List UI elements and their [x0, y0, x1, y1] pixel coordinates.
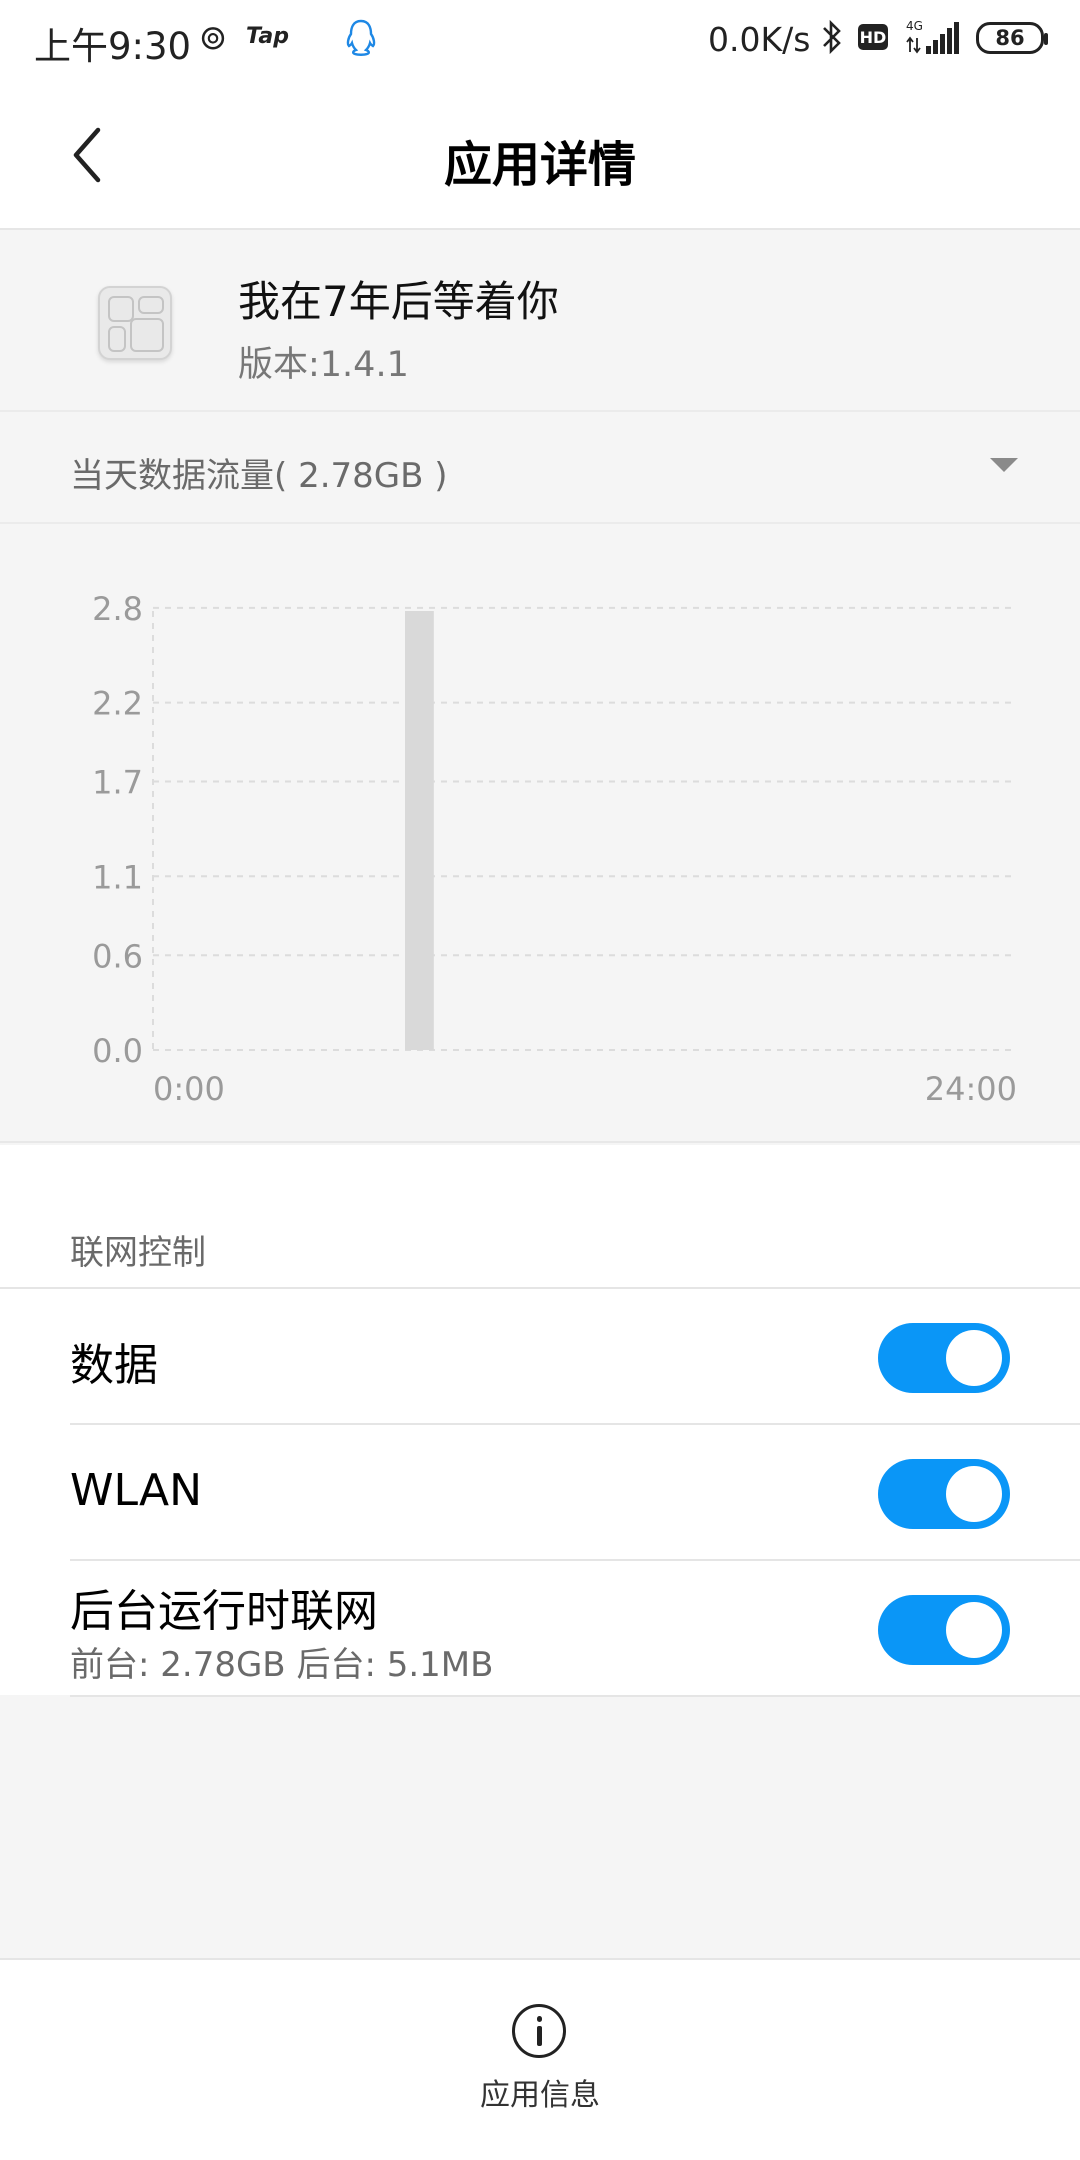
mobile-data-row[interactable]: 数据 [0, 1289, 1080, 1425]
app-info-button[interactable]: 应用信息 [440, 1980, 640, 2150]
background-network-label: 后台运行时联网 [70, 1586, 378, 1637]
app-name: 我在7年后等着你 [238, 277, 559, 326]
app-info-label: 应用信息 [480, 2078, 600, 2113]
chart-x-tick-label: 0:00 [153, 1070, 225, 1108]
toggle-knob [946, 1602, 1002, 1658]
netease-music-icon: ⊚ [198, 18, 228, 58]
background-network-toggle[interactable] [878, 1595, 1010, 1665]
app-header: 我在7年后等着你 版本:1.4.1 [0, 232, 1080, 412]
status-time: 上午9:30 [34, 25, 192, 68]
chart-y-tick-label: 1.7 [92, 764, 143, 802]
wlan-toggle[interactable] [878, 1459, 1010, 1529]
toggle-knob [946, 1466, 1002, 1522]
network-control-section: 联网控制 数据 WLAN 后台运行时联网 前台: 2.78GB 后台: 5.1M… [0, 1145, 1080, 1697]
chart-bar [405, 611, 434, 1050]
wlan-label: WLAN [70, 1465, 203, 1516]
background-network-usage: 前台: 2.78GB 后台: 5.1MB [70, 1645, 494, 1685]
chart-y-tick-label: 0.0 [92, 1032, 143, 1070]
page-title: 应用详情 [443, 137, 636, 193]
network-type-label: 4G [906, 19, 923, 33]
mobile-data-label: 数据 [70, 1340, 158, 1391]
tap-icon: Tap [246, 24, 289, 49]
signal-icon: 4G [904, 18, 960, 58]
chart-x-tick-label: 24:00 [925, 1070, 1017, 1108]
toggle-knob [946, 1330, 1002, 1386]
traffic-chart: 0.0 0.6 1.1 1.7 2.2 2.8 0:00 24:00 [0, 526, 1080, 1143]
chart-y-tick-label: 2.2 [92, 685, 143, 723]
app-icon [98, 286, 172, 360]
wlan-row[interactable]: WLAN [0, 1425, 1080, 1561]
background-network-row[interactable]: 后台运行时联网 前台: 2.78GB 后台: 5.1MB [0, 1561, 1080, 1697]
bottom-bar: 应用信息 [0, 1958, 1080, 2160]
network-speed: 0.0K/s [708, 20, 811, 59]
row-divider [70, 1695, 1080, 1697]
chart-y-tick-label: 2.8 [92, 590, 143, 628]
info-icon [512, 2004, 566, 2058]
title-bar: 应用详情 [0, 80, 1080, 230]
status-bar: 上午9:30 ⊚ Tap 0.0K/s HD 4G 86 [0, 0, 1080, 80]
chart-y-tick-label: 1.1 [92, 858, 143, 896]
dropdown-arrow-icon [990, 458, 1018, 472]
traffic-chart-svg: 0.0 0.6 1.1 1.7 2.2 2.8 0:00 24:00 [92, 590, 1017, 1108]
bluetooth-icon [820, 18, 844, 56]
app-version: 版本:1.4.1 [238, 345, 409, 385]
traffic-period-label: 当天数据流量( 2.78GB ) [70, 456, 448, 496]
section-title: 联网控制 [70, 1233, 206, 1273]
battery-indicator: 86 [976, 22, 1048, 54]
traffic-period-dropdown[interactable]: 当天数据流量( 2.78GB ) [0, 414, 1080, 524]
hd-icon: HD [858, 24, 888, 50]
chart-y-tick-label: 0.6 [92, 937, 143, 975]
mobile-data-toggle[interactable] [878, 1323, 1010, 1393]
qq-icon [344, 18, 378, 58]
